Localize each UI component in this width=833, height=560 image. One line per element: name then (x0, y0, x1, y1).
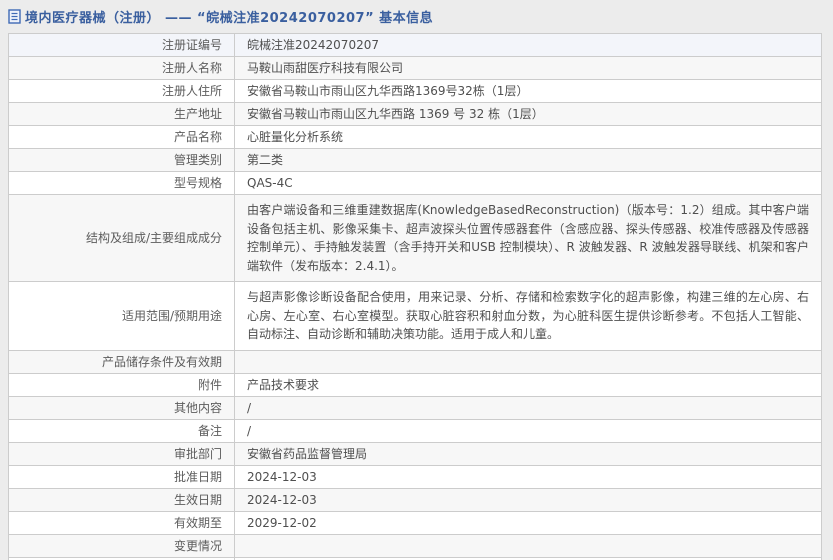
row-label: 注册人住所 (9, 80, 235, 102)
row-label: 产品储存条件及有效期 (9, 350, 235, 373)
table-row-approval-date: 批准日期 2024-12-03 (9, 465, 821, 489)
row-value: 2029-12-02 (247, 515, 317, 530)
row-value: / (247, 400, 252, 415)
table-row-effective-date: 生效日期 2024-12-03 (9, 488, 821, 512)
row-value (235, 535, 821, 557)
row-label: 产品名称 (9, 126, 235, 148)
table-row-storage-conditions: 产品储存条件及有效期 (9, 350, 821, 374)
row-value: 安徽省马鞍山市雨山区九华西路1369号32栋（1层） (247, 84, 529, 98)
table-row-expiry-date: 有效期至 2029-12-02 (9, 511, 821, 535)
row-label: 适用范围/预期用途 (9, 282, 235, 350)
row-value: QAS-4C (247, 176, 293, 190)
table-row-registrant-name: 注册人名称 马鞍山雨甜医疗科技有限公司 (9, 57, 821, 80)
row-label: 批准日期 (9, 465, 235, 488)
row-label: 生产地址 (9, 103, 235, 125)
row-label: 型号规格 (9, 172, 235, 194)
row-label: 管理类别 (9, 149, 235, 171)
row-value: / (247, 423, 252, 438)
table-row-intended-use: 适用范围/预期用途 与超声影像诊断设备配合使用，用来记录、分析、存储和检索数字化… (9, 282, 821, 351)
document-icon (8, 9, 21, 24)
table-row-product-name: 产品名称 心脏量化分析系统 (9, 126, 821, 149)
row-value: 由客户端设备和三维重建数据库(KnowledgeBasedReconstruct… (247, 203, 809, 273)
row-value: 安徽省药品监督管理局 (247, 446, 368, 461)
row-label: 生效日期 (9, 488, 235, 511)
row-label: 备注 (9, 419, 235, 442)
row-value: 皖械注准20242070207 (247, 38, 379, 52)
row-label: 审批部门 (9, 442, 235, 465)
table-row-change-status: 变更情况 (9, 534, 821, 558)
table-row-management-category: 管理类别 第二类 (9, 149, 821, 172)
row-label: 变更情况 (9, 534, 235, 557)
page-header: 境内医疗器械（注册） —— “皖械注准20242070207” 基本信息 (0, 0, 833, 33)
row-label: 附件 (9, 373, 235, 396)
table-row-other-content: 其他内容 / (9, 396, 821, 420)
row-label: 有效期至 (9, 511, 235, 534)
row-value: 马鞍山雨甜医疗科技有限公司 (247, 61, 404, 75)
registration-info-table: 注册证编号 皖械注准20242070207 注册人名称 马鞍山雨甜医疗科技有限公… (8, 33, 822, 560)
row-value: 与超声影像诊断设备配合使用，用来记录、分析、存储和检索数字化的超声影像，构建三维… (247, 290, 809, 341)
row-value: 2024-12-03 (247, 469, 317, 484)
table-row-approval-department: 审批部门 安徽省药品监督管理局 (9, 442, 821, 466)
row-label: 注册人名称 (9, 57, 235, 79)
table-row-certificate-number: 注册证编号 皖械注准20242070207 (9, 34, 821, 57)
row-value (235, 351, 821, 373)
row-label: 结构及组成/主要组成成分 (9, 195, 235, 281)
table-row-production-address: 生产地址 安徽省马鞍山市雨山区九华西路 1369 号 32 栋（1层） (9, 103, 821, 126)
table-row-registrant-address: 注册人住所 安徽省马鞍山市雨山区九华西路1369号32栋（1层） (9, 80, 821, 103)
table-row-structure-composition: 结构及组成/主要组成成分 由客户端设备和三维重建数据库(KnowledgeBas… (9, 195, 821, 282)
row-value: 心脏量化分析系统 (247, 130, 344, 144)
row-value: 安徽省马鞍山市雨山区九华西路 1369 号 32 栋（1层） (247, 107, 544, 121)
row-label: 注册证编号 (9, 34, 235, 56)
table-row-model-spec: 型号规格 QAS-4C (9, 172, 821, 195)
row-value: 第二类 (247, 153, 284, 167)
row-label: 其他内容 (9, 396, 235, 419)
row-value: 2024-12-03 (247, 492, 317, 507)
table-row-remarks: 备注 / (9, 419, 821, 443)
row-value: 产品技术要求 (247, 377, 320, 392)
page-title: 境内医疗器械（注册） —— “皖械注准20242070207” 基本信息 (25, 11, 434, 26)
table-row-attachment: 附件 产品技术要求 (9, 373, 821, 397)
